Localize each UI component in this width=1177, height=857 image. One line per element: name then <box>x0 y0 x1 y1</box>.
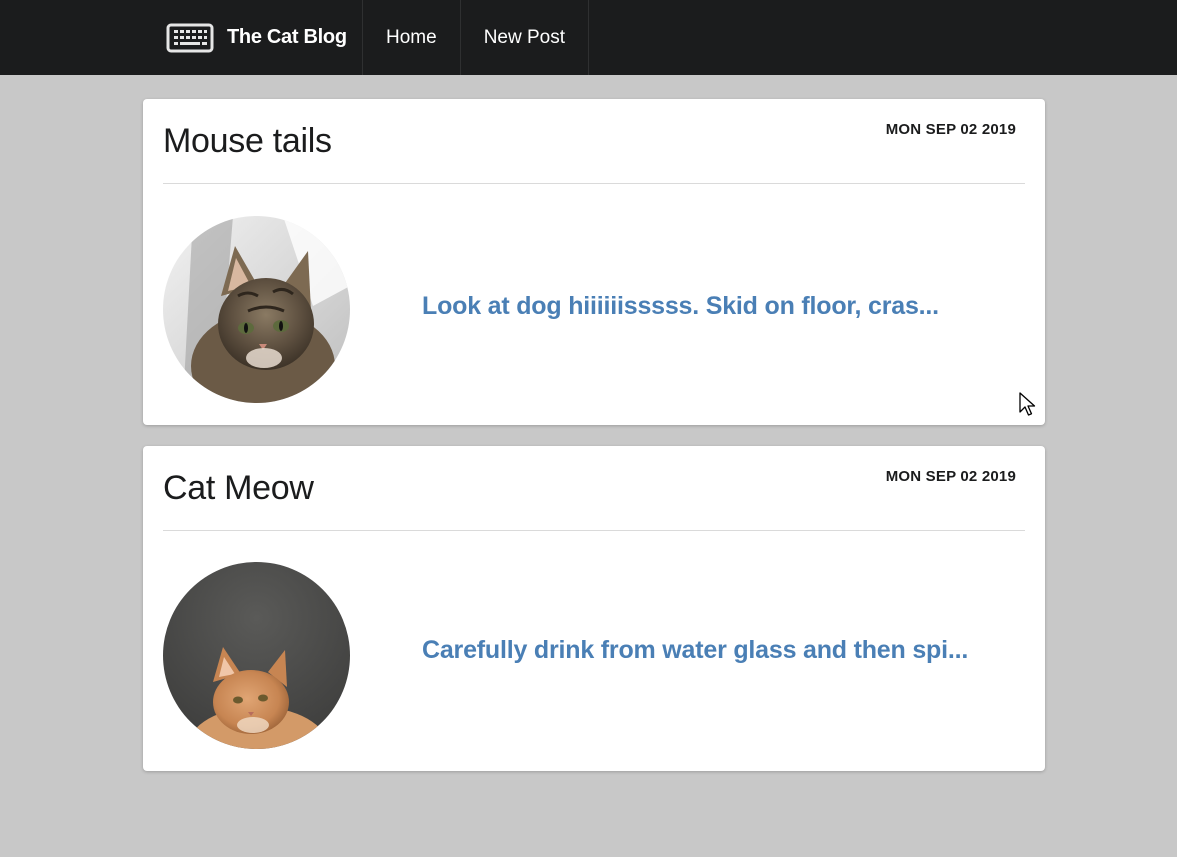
mouse-cursor-icon <box>1019 392 1036 416</box>
post-title[interactable]: Mouse tails <box>163 122 332 161</box>
top-navbar: The Cat Blog Home New Post <box>0 0 1177 75</box>
divider <box>163 530 1025 531</box>
post-card: Mouse tails MON SEP 02 2019 Look at dog … <box>143 99 1045 425</box>
post-date: MON SEP 02 2019 <box>885 468 1016 485</box>
brand-name: The Cat Blog <box>227 26 347 48</box>
post-date: MON SEP 02 2019 <box>885 121 1016 138</box>
brand-link[interactable]: The Cat Blog <box>145 0 363 75</box>
post-excerpt-link[interactable]: Carefully drink from water glass and the… <box>422 636 968 665</box>
post-card: Cat Meow MON SEP 02 2019 Carefully drink… <box>143 446 1045 771</box>
post-thumbnail[interactable] <box>163 562 350 749</box>
post-title[interactable]: Cat Meow <box>163 469 314 508</box>
nav-new-post[interactable]: New Post <box>461 0 589 75</box>
divider <box>163 183 1025 184</box>
post-thumbnail[interactable] <box>163 216 350 403</box>
nav-home[interactable]: Home <box>363 0 461 75</box>
post-excerpt-link[interactable]: Look at dog hiiiiiisssss. Skid on floor,… <box>422 292 939 321</box>
keyboard-icon <box>166 23 214 52</box>
